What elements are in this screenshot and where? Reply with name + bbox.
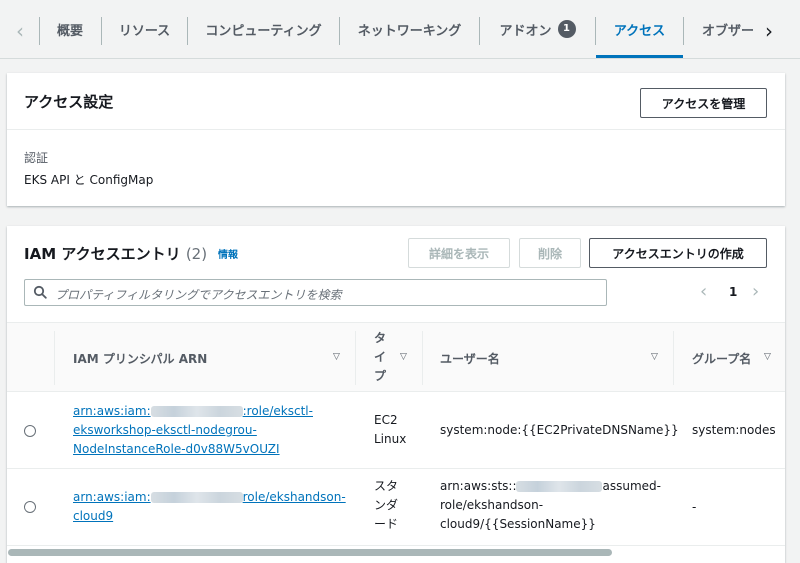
column-header-group[interactable]: グループ名 [692,350,751,367]
auth-value: EKS API と ConfigMap [24,173,154,187]
column-header-type[interactable]: タ イ プ [374,329,386,386]
group-cell: - [692,500,697,514]
search-placeholder: プロパティフィルタリングでアクセスエントリを検索 [55,288,342,302]
column-header-username[interactable]: ユーザー名 [440,350,500,367]
tab-compute[interactable]: コンピューティング [188,0,339,58]
column-divider [54,331,55,385]
search-input[interactable]: プロパティフィルタリングでアクセスエントリを検索 [24,279,607,306]
auth-label: 認証 [24,151,49,165]
redacted-account-id [516,481,603,492]
access-settings-title: アクセス設定 [24,93,114,111]
view-details-button[interactable]: 詳細を表示 [408,238,510,268]
type-text: ード [374,517,399,531]
arn-cell: arn:aws:iam: :role/eksctl- eksworkshop-ek… [73,402,348,459]
sort-down-icon[interactable]: ▽ [400,352,407,362]
sort-down-icon[interactable]: ▽ [764,352,771,362]
sort-down-icon[interactable]: ▽ [333,352,340,362]
arn-link[interactable]: arn:aws:iam: :role/eksctl- [73,402,348,421]
tab-networking[interactable]: ネットワーキング [340,0,479,58]
table-row: arn:aws:iam: role/ekshandson- cloud9 スタ ン… [7,470,785,546]
type-text: スタ [374,479,399,493]
active-tab-indicator [596,55,683,58]
tab-label: リソース [118,23,171,39]
type-text: Linux [374,432,407,446]
column-header-type-line: イ [374,350,387,364]
column-header-type-line: タ [374,331,387,345]
tab-label: コンピューティング [205,23,322,39]
column-divider [422,331,423,385]
arn-link[interactable]: eksworkshop-eksctl-nodegrou- [73,421,348,440]
table-header: IAM プリンシパル ARN ▽ タ イ プ ▽ ユーザー名 ▽ グループ名 ▽ [7,322,785,392]
access-entries-title: IAM アクセスエントリ (2) [24,243,207,264]
arn-link[interactable]: arn:aws:iam: role/ekshandson- [73,488,348,507]
column-header-arn[interactable]: IAM プリンシパル ARN [73,350,207,367]
row-select-radio[interactable] [24,501,36,513]
tab-bar: ‹ 概要 リソース コンピューティング ネットワーキング アドオン 1 アクセス… [0,0,800,59]
tab-access[interactable]: アクセス [596,0,683,58]
arn-text: role/ekshandson- [242,490,346,504]
column-divider [355,331,356,385]
manage-access-button[interactable]: アクセスを管理 [640,88,767,118]
chevron-right-icon[interactable]: › [757,19,781,43]
chevron-right-icon[interactable]: › [752,281,759,302]
username-cell: arn:aws:sts:: assumed- role/ekshandson- c… [440,477,661,534]
username-line: arn:aws:sts:: assumed- [440,477,661,496]
info-link[interactable]: 情報 [218,246,238,261]
access-settings-header: アクセス設定 アクセスを管理 [7,73,785,130]
arn-cell: arn:aws:iam: role/ekshandson- cloud9 [73,488,348,526]
tab-label: アクセス [613,23,666,39]
username-text: assumed- [602,479,661,493]
type-cell: EC2 Linux [374,411,406,449]
redacted-account-id [150,492,243,503]
username-cell: system:node:{{EC2PrivateDNSName}} [440,423,679,437]
username-line: role/ekshandson- [440,498,544,512]
tab-addons[interactable]: アドオン 1 [480,0,595,58]
type-text: ンダ [374,498,399,512]
group-cell: system:nodes [692,423,776,437]
arn-link[interactable]: cloud9 [73,507,348,526]
tab-observability[interactable]: オブザー [684,0,754,58]
current-page[interactable]: 1 [729,285,737,299]
addons-count-badge: 1 [557,20,576,38]
arn-text: arn:aws:iam: [73,490,151,504]
table-row: arn:aws:iam: :role/eksctl- eksworkshop-ek… [7,393,785,469]
access-settings-panel: アクセス設定 アクセスを管理 認証 EKS API と ConfigMap [7,73,785,206]
sort-down-icon[interactable]: ▽ [651,352,658,362]
tab-label: ネットワーキング [357,23,462,39]
tab-label: アドオン [499,23,552,39]
arn-text: :role/eksctl- [242,404,313,418]
username-line: cloud9/{{SessionName}} [440,517,596,531]
delete-button[interactable]: 削除 [519,238,581,268]
column-header-type-line: プ [374,369,387,383]
username-text: arn:aws:sts:: [440,479,517,493]
column-divider [673,331,674,385]
tab-label: 概要 [56,23,83,39]
type-cell: スタ ンダ ード [374,477,398,534]
row-select-radio[interactable] [24,425,36,437]
arn-text: arn:aws:iam: [73,404,151,418]
scrollbar-thumb[interactable] [8,549,612,556]
access-entries-panel: IAM アクセスエントリ (2) 情報 詳細を表示 削除 アクセスエントリの作成… [7,226,785,563]
chevron-left-icon[interactable]: ‹ [700,281,707,302]
access-entries-title-text: IAM アクセスエントリ [24,245,181,263]
type-text: EC2 [374,413,398,427]
create-access-entry-button[interactable]: アクセスエントリの作成 [589,238,767,268]
search-icon [33,285,47,299]
tab-label: オブザー [702,23,754,39]
chevron-left-icon[interactable]: ‹ [8,19,32,43]
tab-resources[interactable]: リソース [102,0,187,58]
access-entries-count: (2) [185,245,208,263]
redacted-account-id [150,406,243,417]
arn-link[interactable]: NodeInstanceRole-d0v88W5vOUZI [73,440,348,459]
tab-overview[interactable]: 概要 [40,0,100,58]
